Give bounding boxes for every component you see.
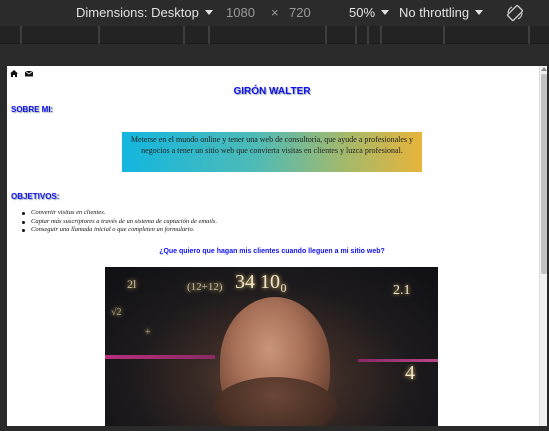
scrollbar-thumb[interactable] bbox=[541, 74, 547, 274]
about-text: Meterse en el mundo online y tener una w… bbox=[130, 135, 414, 155]
media-query-marker[interactable] bbox=[355, 26, 357, 44]
vertical-scrollbar[interactable] bbox=[539, 66, 547, 426]
math-meme-image: 2l (12+12) 34 10₀ 2.1 √2 + 4 bbox=[105, 267, 438, 426]
dimensions-dropdown[interactable]: Dimensions: Desktop bbox=[76, 5, 213, 20]
question-heading: ¿Que quiero que hagan mis clientes cuand… bbox=[159, 248, 385, 255]
about-box: Meterse en el mundo online y tener una w… bbox=[122, 132, 422, 172]
page-viewport: GIRÓN WALTER SOBRE MI: Meterse en el mun… bbox=[7, 66, 547, 426]
math-symbol: 4 bbox=[405, 362, 415, 384]
media-query-marker[interactable] bbox=[183, 26, 185, 44]
throttling-dropdown[interactable]: No throttling bbox=[399, 5, 484, 20]
times-separator: × bbox=[271, 5, 279, 20]
math-symbol: 34 10₀ bbox=[235, 271, 287, 293]
rotate-icon[interactable] bbox=[506, 4, 524, 22]
media-query-marker[interactable] bbox=[380, 26, 382, 44]
list-item: Conseguir una llamada inicial o que comp… bbox=[21, 226, 217, 235]
math-symbol: 2l bbox=[127, 277, 137, 291]
objectives-list: Convertir visitas en clientes. Captar má… bbox=[21, 209, 218, 235]
throttling-label: No throttling bbox=[399, 5, 470, 20]
dimensions-label: Dimensions: Desktop bbox=[76, 5, 199, 20]
device-toolbar: Dimensions: Desktop 1080 × 720 50% No th… bbox=[0, 0, 549, 26]
media-query-bar bbox=[0, 26, 549, 44]
light-streak bbox=[358, 359, 438, 362]
envelope-icon[interactable] bbox=[25, 70, 34, 77]
list-item: Captar más suscriptores a través de un s… bbox=[21, 217, 218, 225]
page-title: GIRÓN WALTER bbox=[233, 86, 311, 97]
media-query-marker[interactable] bbox=[528, 26, 530, 44]
objectives-heading: OBJETIVOS: bbox=[11, 192, 60, 201]
zoom-label: 50% bbox=[349, 5, 376, 20]
chevron-down-icon bbox=[475, 10, 484, 15]
media-query-marker[interactable] bbox=[443, 26, 445, 44]
light-streak bbox=[105, 355, 215, 359]
media-query-marker[interactable] bbox=[98, 26, 100, 44]
scroll-up-arrow-icon[interactable] bbox=[541, 67, 547, 71]
zoom-dropdown[interactable]: 50% bbox=[349, 5, 390, 20]
chevron-down-icon bbox=[381, 10, 390, 15]
media-query-marker[interactable] bbox=[325, 26, 327, 44]
list-item: Convertir visitas en clientes. bbox=[21, 209, 217, 218]
math-symbol: √2 bbox=[111, 307, 122, 318]
math-symbol: 2.1 bbox=[393, 283, 411, 298]
about-heading: SOBRE MI: bbox=[11, 105, 54, 114]
math-symbol: + bbox=[145, 327, 151, 338]
chevron-down-icon bbox=[204, 10, 213, 15]
width-input[interactable]: 1080 bbox=[226, 5, 255, 20]
height-input[interactable]: 720 bbox=[289, 5, 311, 20]
media-query-marker[interactable] bbox=[20, 26, 22, 44]
math-symbol: (12+12) bbox=[187, 281, 223, 293]
home-icon[interactable] bbox=[10, 70, 18, 77]
media-query-marker[interactable] bbox=[367, 26, 369, 44]
media-query-marker[interactable] bbox=[208, 26, 210, 44]
